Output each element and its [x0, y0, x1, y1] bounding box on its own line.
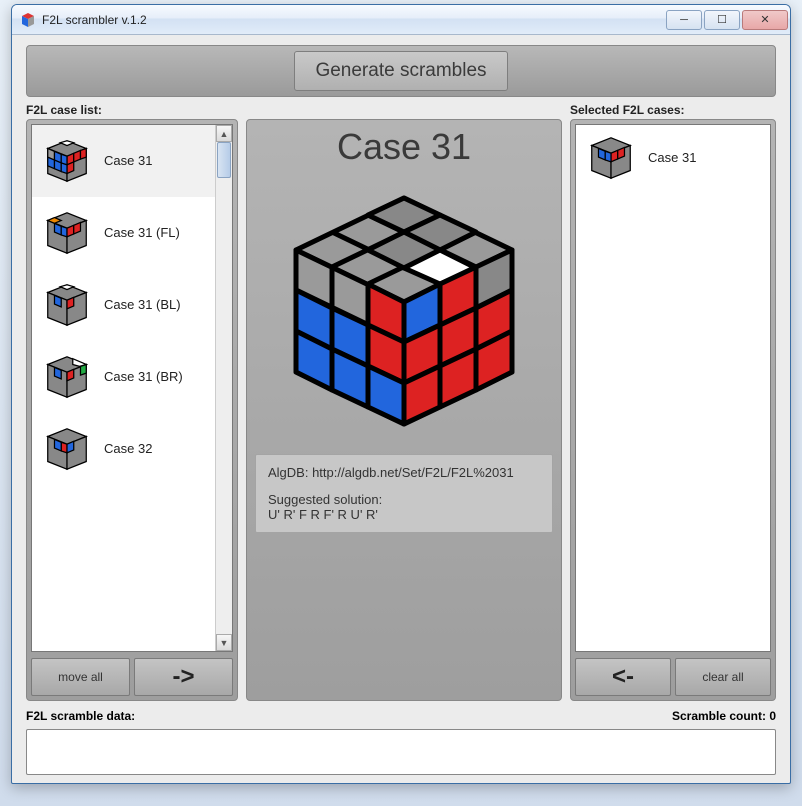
window-title: F2L scrambler v.1.2: [42, 13, 666, 27]
move-all-button[interactable]: move all: [31, 658, 130, 696]
cube-thumb-icon: [582, 132, 640, 184]
right-button-row: <- clear all: [575, 658, 771, 696]
left-button-row: move all ->: [31, 658, 233, 696]
cube-thumb-icon: [38, 135, 96, 187]
list-item-label: Case 31 (BL): [104, 297, 181, 312]
generate-row: Generate scrambles: [26, 45, 776, 97]
list-item[interactable]: Case 31 (BR): [32, 341, 215, 413]
list-item[interactable]: Case 31 (BL): [32, 269, 215, 341]
main-row: F2L case list: Case 31 Case 31 (FL): [26, 103, 776, 701]
close-button[interactable]: ✕: [742, 10, 788, 30]
scroll-down-icon[interactable]: ▼: [216, 634, 232, 651]
minimize-button[interactable]: ─: [666, 10, 702, 30]
scramble-data-label: F2L scramble data:: [26, 709, 135, 723]
cube-thumb-icon: [38, 207, 96, 259]
case-title: Case 31: [337, 126, 471, 168]
center-panel: Case 31: [246, 119, 562, 701]
move-left-button[interactable]: <-: [575, 658, 671, 696]
scramble-count-label: Scramble count: 0: [672, 709, 776, 723]
clear-all-button[interactable]: clear all: [675, 658, 771, 696]
bottom-label-row: F2L scramble data: Scramble count: 0: [26, 709, 776, 723]
cube-thumb-icon: [38, 351, 96, 403]
maximize-button[interactable]: ☐: [704, 10, 740, 30]
cube-thumb-icon: [38, 279, 96, 331]
scramble-data-box[interactable]: [26, 729, 776, 775]
list-item-label: Case 31: [104, 153, 152, 168]
list-item-label: Case 31 (FL): [104, 225, 180, 240]
selected-panel: Case 31 <- clear all: [570, 119, 776, 701]
scroll-up-icon[interactable]: ▲: [216, 125, 232, 142]
list-item-label: Case 31 (BR): [104, 369, 183, 384]
list-item[interactable]: Case 31 (FL): [32, 197, 215, 269]
center-column: Case 31: [246, 103, 562, 701]
content-area: Generate scrambles F2L case list: Case 3…: [12, 35, 790, 783]
list-item-label: Case 32: [104, 441, 152, 456]
case-list-label: F2L case list:: [26, 103, 238, 117]
app-icon: [20, 12, 36, 28]
cube-thumb-icon: [38, 423, 96, 475]
cube-preview-icon: [274, 180, 534, 440]
selected-list-box[interactable]: Case 31: [575, 124, 771, 652]
algdb-link-text: AlgDB: http://algdb.net/Set/F2L/F2L%2031: [268, 465, 540, 480]
list-item[interactable]: Case 31: [576, 125, 753, 191]
case-list-panel: Case 31 Case 31 (FL) Case 31 (BL): [26, 119, 238, 701]
generate-scrambles-button[interactable]: Generate scrambles: [294, 51, 507, 91]
solution-text: U' R' F R F' R U' R': [268, 507, 540, 522]
case-list-box[interactable]: Case 31 Case 31 (FL) Case 31 (BL): [31, 124, 233, 652]
app-window: F2L scrambler v.1.2 ─ ☐ ✕ Generate scram…: [11, 4, 791, 784]
scroll-thumb[interactable]: [217, 142, 231, 178]
case-list-column: F2L case list: Case 31 Case 31 (FL): [26, 103, 238, 701]
window-controls: ─ ☐ ✕: [666, 10, 788, 30]
solution-label: Suggested solution:: [268, 492, 540, 507]
titlebar: F2L scrambler v.1.2 ─ ☐ ✕: [12, 5, 790, 35]
selected-column: Selected F2L cases: Case 31 <- clear all: [570, 103, 776, 701]
list-item-label: Case 31: [648, 150, 696, 165]
list-item[interactable]: Case 31: [32, 125, 215, 197]
move-right-button[interactable]: ->: [134, 658, 233, 696]
info-box: AlgDB: http://algdb.net/Set/F2L/F2L%2031…: [255, 454, 553, 533]
list-item[interactable]: Case 32: [32, 413, 215, 485]
selected-cases-label: Selected F2L cases:: [570, 103, 776, 117]
scrollbar[interactable]: ▲ ▼: [215, 125, 232, 651]
